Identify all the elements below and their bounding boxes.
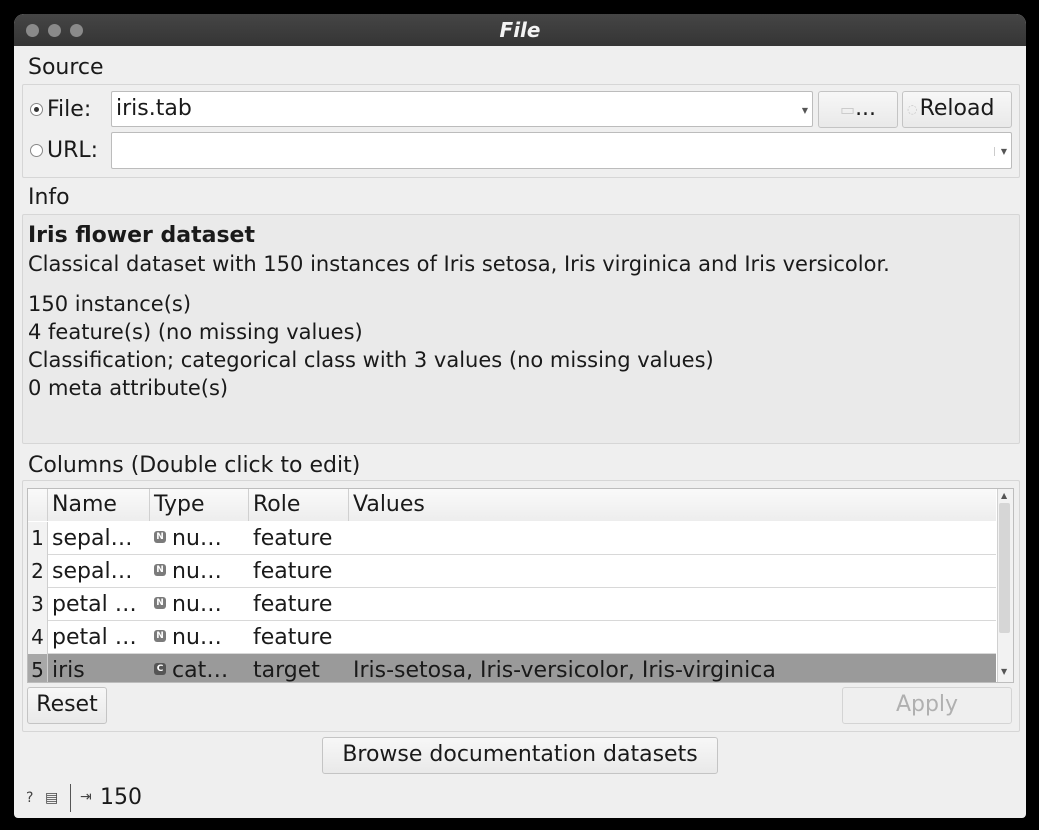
row-index: 5 xyxy=(28,654,48,682)
apply-button[interactable]: Apply xyxy=(842,687,1012,724)
file-combo-value: iris.tab xyxy=(116,96,192,121)
folder-icon: ▭ xyxy=(839,100,856,119)
row-index: 1 xyxy=(28,522,48,555)
reload-label: Reload xyxy=(919,96,995,121)
scroll-down-icon[interactable]: ▼ xyxy=(1001,667,1007,676)
cell-type-label: nu… xyxy=(172,625,222,650)
numeric-type-icon: N xyxy=(154,630,166,642)
table-row-selected[interactable]: 5 iris Ccat… target Iris-setosa, Iris-ve… xyxy=(28,654,996,683)
cell-type[interactable]: Nnu… xyxy=(150,621,249,654)
cell-role[interactable]: feature xyxy=(249,621,349,654)
row-index: 2 xyxy=(28,555,48,588)
cell-type-label: nu… xyxy=(172,592,222,617)
cell-values[interactable]: Iris-setosa, Iris-versicolor, Iris-virgi… xyxy=(349,654,996,682)
browse-file-button[interactable]: ▭... xyxy=(818,91,898,128)
cell-type-label: nu… xyxy=(172,526,222,551)
info-classification: Classification; categorical class with 3… xyxy=(28,348,714,372)
info-meta: 0 meta attribute(s) xyxy=(28,376,229,400)
scroll-up-icon[interactable]: ▲ xyxy=(1001,491,1007,500)
cell-values[interactable] xyxy=(349,522,996,555)
cell-name[interactable]: sepal… xyxy=(48,522,150,555)
cell-name[interactable]: petal … xyxy=(48,588,150,621)
cell-role[interactable]: feature xyxy=(249,522,349,555)
cell-type[interactable]: Ccat… xyxy=(150,654,249,683)
column-header-type[interactable]: Type xyxy=(150,489,249,521)
columns-heading: Columns (Double click to edit) xyxy=(28,453,361,478)
cell-values[interactable] xyxy=(349,621,996,654)
info-heading: Info xyxy=(28,185,70,210)
file-widget-window: File Source File: iris.tab ▼ ▭... ◌ Reloa… xyxy=(14,14,1026,818)
output-icon: ⇥ xyxy=(80,789,92,805)
url-radio[interactable] xyxy=(30,144,43,157)
column-header-values[interactable]: Values xyxy=(349,489,996,521)
reload-icon: ◌ xyxy=(907,102,918,116)
url-radio-label: URL: xyxy=(47,138,99,163)
numeric-type-icon: N xyxy=(154,597,166,609)
chevron-down-icon: ▼ xyxy=(801,106,808,115)
info-instances: 150 instance(s) xyxy=(28,292,192,316)
scrollbar-thumb[interactable] xyxy=(999,503,1010,633)
reload-button[interactable]: ◌ Reload xyxy=(902,91,1012,128)
file-combo[interactable]: iris.tab ▼ xyxy=(111,91,813,127)
column-header-name[interactable]: Name xyxy=(48,489,150,521)
column-header-role[interactable]: Role xyxy=(249,489,349,521)
columns-table[interactable]: Name Type Role Values 1 sepal… Nnu… feat… xyxy=(27,488,1014,683)
table-row[interactable]: 3 petal … Nnu… feature xyxy=(28,588,996,621)
dataset-title: Iris flower dataset xyxy=(28,223,255,248)
dataset-description: Classical dataset with 150 instances of … xyxy=(28,252,890,276)
row-index: 4 xyxy=(28,621,48,654)
cell-name[interactable]: iris xyxy=(48,654,150,682)
cell-type[interactable]: Nnu… xyxy=(150,522,249,555)
status-divider xyxy=(70,784,71,812)
question-icon[interactable]: ? xyxy=(26,790,33,806)
url-combo[interactable]: ▼ xyxy=(111,132,1012,169)
document-icon[interactable]: ▤ xyxy=(45,790,58,806)
reset-button[interactable]: Reset xyxy=(27,687,107,724)
categorical-type-icon: C xyxy=(154,663,166,675)
table-row[interactable]: 2 sepal… Nnu… feature xyxy=(28,555,996,588)
cell-name[interactable]: sepal… xyxy=(48,555,150,588)
browse-file-label: ... xyxy=(855,96,877,121)
cell-type-label: cat… xyxy=(172,658,229,683)
file-radio-label: File: xyxy=(47,97,92,122)
row-index: 3 xyxy=(28,588,48,621)
numeric-type-icon: N xyxy=(154,531,166,543)
source-heading: Source xyxy=(28,55,104,80)
numeric-type-icon: N xyxy=(154,564,166,576)
chevron-down-icon: ▼ xyxy=(993,147,1007,156)
cell-values[interactable] xyxy=(349,588,996,621)
cell-values[interactable] xyxy=(349,555,996,588)
window-title: File xyxy=(499,18,541,42)
table-scrollbar[interactable]: ▲ ▼ xyxy=(997,489,1013,682)
cell-role[interactable]: feature xyxy=(249,588,349,621)
output-count: 150 xyxy=(100,785,142,810)
file-radio[interactable] xyxy=(30,103,43,116)
cell-role[interactable]: feature xyxy=(249,555,349,588)
table-corner xyxy=(28,489,48,521)
title-bar: File xyxy=(14,14,1026,46)
table-row[interactable]: 4 petal … Nnu… feature xyxy=(28,621,996,654)
cell-type-label: nu… xyxy=(172,559,222,584)
table-row[interactable]: 1 sepal… Nnu… feature xyxy=(28,522,996,555)
info-features: 4 feature(s) (no missing values) xyxy=(28,320,363,344)
browse-documentation-datasets-button[interactable]: Browse documentation datasets xyxy=(322,737,718,774)
cell-name[interactable]: petal … xyxy=(48,621,150,654)
cell-type[interactable]: Nnu… xyxy=(150,555,249,588)
cell-type[interactable]: Nnu… xyxy=(150,588,249,621)
cell-role[interactable]: target xyxy=(249,654,349,682)
